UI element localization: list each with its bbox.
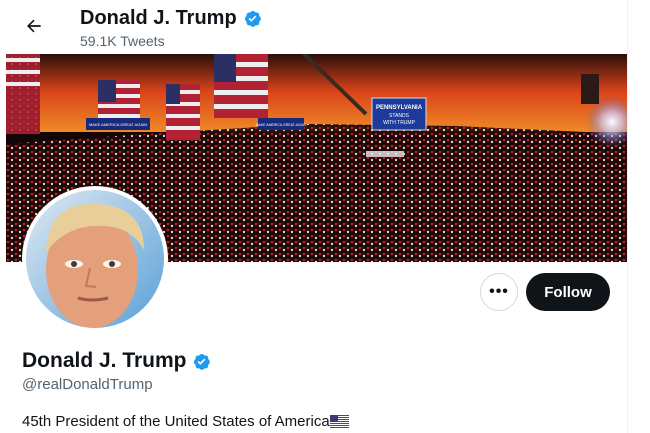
- small-sign-left-text: MAKE AMERICA GREAT AGAIN: [89, 122, 147, 127]
- flag-left: [6, 54, 40, 134]
- bio-text: 45th President of the United States of A…: [22, 413, 330, 430]
- flag-mid-2: [166, 84, 200, 140]
- more-options-icon: •••: [489, 283, 509, 300]
- profile-handle: @realDonaldTrump: [22, 376, 153, 393]
- avatar-image: [26, 190, 164, 328]
- small-sign-right-text: MAKE AMERICA GREAT AGAIN: [256, 123, 307, 127]
- pennsylvania-sign: PENNSYLVANIA STANDS WITH TRUMP: [371, 97, 427, 131]
- top-bar: Donald J. Trump 59.1K Tweets: [0, 0, 627, 54]
- us-flag-icon: [329, 415, 349, 428]
- column-divider: [627, 0, 628, 433]
- verified-badge-icon: [193, 353, 210, 370]
- verified-badge-icon: [244, 10, 261, 27]
- more-options-button[interactable]: •••: [480, 273, 518, 311]
- sign-line-3: WITH TRUMP: [383, 120, 416, 126]
- arrow-left-icon: [27, 19, 41, 33]
- sign-line-1: PENNSYLVANIA: [376, 105, 423, 111]
- profile-name-text: Donald J. Trump: [22, 349, 187, 372]
- back-button[interactable]: [22, 14, 46, 38]
- header-tweet-count: 59.1K Tweets: [80, 33, 165, 49]
- profile-page: Donald J. Trump 59.1K Tweets MAKE AMERIC…: [0, 0, 650, 433]
- profile-avatar[interactable]: [22, 186, 168, 332]
- flag-center: [214, 54, 268, 118]
- profile-display-name: Donald J. Trump: [22, 349, 211, 373]
- header-display-name: Donald J. Trump: [80, 7, 262, 30]
- sign-line-2: STANDS: [389, 113, 410, 119]
- follow-button[interactable]: Follow: [526, 273, 610, 311]
- header-name-text: Donald J. Trump: [80, 7, 237, 29]
- profile-bio: 45th President of the United States of A…: [22, 413, 349, 430]
